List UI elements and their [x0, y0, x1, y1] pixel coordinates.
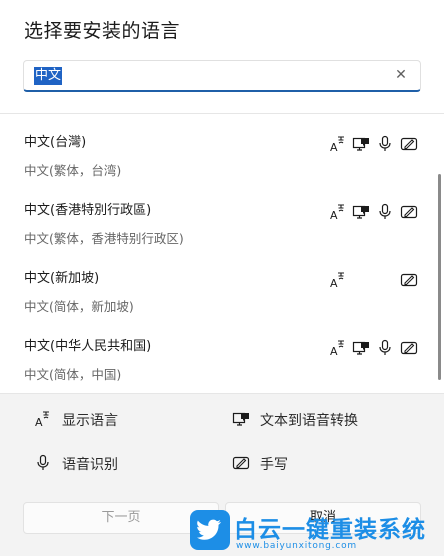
list-item[interactable]: 中文(中华人民共和国) 中文(简体，中国) A	[0, 318, 440, 386]
language-picker-dialog: 选择要安装的语言 中文 ✕ 中文(台灣) 中文(繁体，台湾) A 中文(香港特別…	[0, 0, 444, 556]
display-language-icon: A	[329, 203, 347, 221]
display-language-icon: A	[329, 135, 347, 153]
twitter-bird-icon	[190, 510, 230, 550]
svg-text:A: A	[330, 277, 338, 289]
clear-search-icon[interactable]: ✕	[392, 66, 410, 84]
svg-text:A: A	[330, 345, 338, 357]
language-name: 中文(台灣)	[24, 135, 87, 150]
speech-recognition-icon	[376, 203, 394, 221]
language-name: 中文(新加坡)	[24, 271, 100, 286]
list-item[interactable]: 中文(香港特別行政區) 中文(繁体，香港特别行政区) A	[0, 182, 440, 250]
speech-recognition-icon	[376, 339, 394, 357]
legend-label: 显示语言	[62, 413, 118, 429]
speech-recognition-icon	[34, 454, 52, 472]
legend-label: 语音识别	[62, 457, 118, 473]
language-name: 中文(香港特別行政區)	[24, 203, 152, 218]
speech-recognition-icon	[376, 135, 394, 153]
selected-search-text: 中文	[34, 67, 63, 85]
text-to-speech-icon	[232, 410, 250, 428]
display-language-icon: A	[329, 339, 347, 357]
search-input[interactable]	[34, 65, 374, 87]
search-box[interactable]: 中文 ✕	[23, 60, 421, 92]
display-language-icon: A	[329, 271, 347, 289]
handwriting-icon	[400, 203, 418, 221]
dialog-title: 选择要安装的语言	[24, 20, 181, 42]
language-list[interactable]: 中文(台灣) 中文(繁体，台湾) A 中文(香港特別行政區) 中文(繁体，香港特…	[0, 114, 444, 393]
svg-text:A: A	[330, 209, 338, 221]
display-language-icon: A	[34, 410, 52, 428]
svg-text:A: A	[330, 141, 338, 153]
handwriting-icon	[400, 135, 418, 153]
watermark: 白云一键重装系统 www.baiyunxitong.com	[190, 508, 440, 554]
list-item[interactable]: 中文(新加坡) 中文(简体，新加坡) A	[0, 250, 440, 318]
text-to-speech-icon	[352, 203, 370, 221]
language-description: 中文(繁体，香港特别行政区)	[24, 231, 184, 246]
watermark-url: www.baiyunxitong.com	[236, 541, 357, 551]
language-description: 中文(繁体，台湾)	[24, 163, 122, 178]
vertical-scrollbar[interactable]	[438, 174, 441, 380]
language-name: 中文(中华人民共和国)	[24, 339, 152, 354]
handwriting-icon	[232, 454, 250, 472]
list-item[interactable]: 中文(台灣) 中文(繁体，台湾) A	[0, 114, 440, 182]
svg-text:A: A	[35, 416, 43, 428]
text-to-speech-icon	[352, 339, 370, 357]
language-description: 中文(简体，中国)	[24, 367, 122, 382]
handwriting-icon	[400, 339, 418, 357]
watermark-title: 白云一键重装系统	[234, 517, 426, 543]
feature-legend: A 显示语言 文本到语音转换 语音识别 手写	[0, 394, 444, 486]
legend-label: 文本到语音转换	[260, 413, 358, 429]
handwriting-icon	[400, 271, 418, 289]
text-to-speech-icon	[352, 135, 370, 153]
legend-label: 手写	[260, 457, 288, 473]
language-description: 中文(简体，新加坡)	[24, 299, 134, 314]
